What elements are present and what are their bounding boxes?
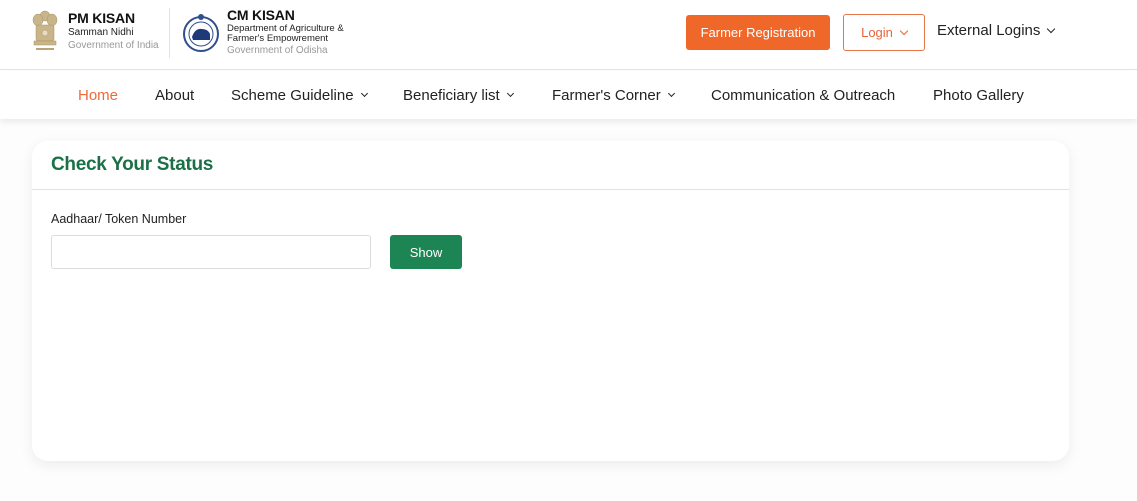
pm-kisan-title: PM KISAN	[68, 10, 135, 26]
nav-item-label: Beneficiary list	[403, 87, 500, 104]
cm-kisan-title: CM KISAN	[227, 7, 295, 23]
card-header: Check Your Status	[32, 141, 1069, 190]
external-logins-label: External Logins	[937, 22, 1041, 39]
nav-item-label: Farmer's Corner	[552, 87, 661, 104]
login-label: Login	[861, 25, 893, 40]
nav-item-home[interactable]: Home	[78, 87, 118, 104]
nav-item-label: About	[155, 87, 195, 104]
nav-item-photo-gallery[interactable]: Photo Gallery	[933, 87, 1024, 104]
show-button[interactable]: Show	[390, 235, 462, 269]
top-header: PM KISAN Samman Nidhi Government of Indi…	[0, 0, 1137, 70]
nav-item-label: Home	[78, 87, 119, 104]
brand-divider	[169, 8, 170, 58]
nav-item-farmers-corner[interactable]: Farmer's Corner	[552, 87, 675, 104]
nav-item-label: Communication & Outreach	[711, 87, 896, 104]
chevron-down-icon	[667, 89, 675, 98]
check-status-card: Check Your Status Aadhaar/ Token Number …	[32, 141, 1069, 461]
nav-item-label: Photo Gallery	[933, 87, 1024, 104]
chevron-down-icon	[899, 26, 909, 35]
pm-kisan-government: Government of India	[68, 40, 159, 51]
nav-item-communication-outreach[interactable]: Communication & Outreach	[711, 87, 895, 104]
aadhaar-token-input[interactable]	[51, 235, 371, 269]
chevron-down-icon	[360, 89, 368, 98]
login-dropdown-button[interactable]: Login	[843, 14, 925, 51]
nav-item-beneficiary-list[interactable]: Beneficiary list	[403, 87, 514, 104]
chevron-down-icon	[506, 89, 514, 98]
pm-kisan-subtitle: Samman Nidhi	[68, 27, 134, 38]
national-emblem-icon	[32, 10, 58, 50]
odisha-seal-icon	[183, 14, 219, 52]
pm-kisan-brand[interactable]: PM KISAN Samman Nidhi Government of Indi…	[30, 8, 159, 54]
cm-kisan-subtitle-line2: Farmer's Empowrement	[227, 33, 329, 44]
cm-kisan-brand[interactable]: CM KISAN Department of Agriculture & Far…	[181, 8, 344, 56]
external-logins-dropdown[interactable]: External Logins	[937, 22, 1056, 39]
nav-item-scheme-guideline[interactable]: Scheme Guideline	[231, 87, 368, 104]
aadhaar-token-label: Aadhaar/ Token Number	[51, 212, 187, 226]
nav-item-label: Scheme Guideline	[231, 87, 354, 104]
card-title: Check Your Status	[51, 154, 214, 175]
nav-item-about[interactable]: About	[155, 87, 194, 104]
chevron-down-icon	[1047, 24, 1056, 33]
main-nav: Home About Scheme Guideline Beneficiary …	[0, 71, 1137, 119]
farmer-registration-button[interactable]: Farmer Registration	[686, 15, 830, 50]
cm-kisan-government: Government of Odisha	[227, 45, 328, 56]
